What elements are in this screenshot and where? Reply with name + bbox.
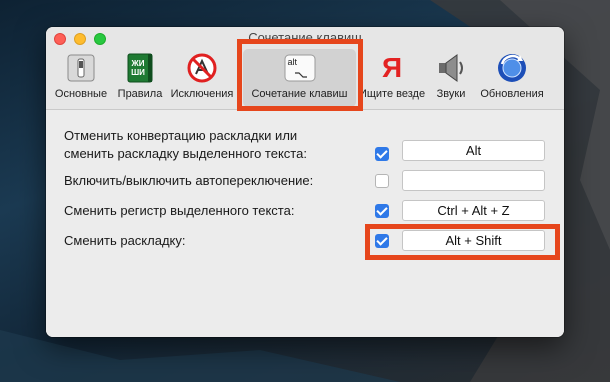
tab-search-everywhere[interactable]: Я Ищите везде: [358, 49, 426, 107]
tab-updates[interactable]: Обновления: [476, 49, 548, 107]
tab-exceptions[interactable]: Исключения: [168, 49, 236, 107]
setting-label-change-case: Сменить регистр выделенного текста:: [64, 203, 295, 218]
checkbox-switch-layout[interactable]: [375, 234, 389, 248]
setting-label-switch-layout: Сменить раскладку:: [64, 233, 186, 248]
titlebar: Сочетание клавиш Основные ЖИ ШИ Правила: [46, 27, 564, 110]
shortcut-field-auto-switch[interactable]: [402, 170, 545, 191]
switch-icon: [67, 54, 95, 82]
tab-label: Ищите везде: [358, 88, 426, 100]
tab-label: Сочетание клавиш: [251, 88, 348, 100]
preferences-window: Сочетание клавиш Основные ЖИ ШИ Правила: [46, 27, 564, 337]
tab-label: Обновления: [480, 88, 544, 100]
checkbox-auto-switch[interactable]: [375, 174, 389, 188]
checkbox-change-case[interactable]: [375, 204, 389, 218]
update-globe-icon: [498, 54, 526, 82]
window-title: Сочетание клавиш: [248, 30, 362, 45]
book-icon-text: ЖИ ШИ: [131, 59, 145, 77]
no-apps-icon: [187, 53, 217, 83]
tab-sounds[interactable]: Звуки: [428, 49, 474, 107]
tab-label: Звуки: [436, 88, 466, 100]
checkbox-undo-conversion[interactable]: [375, 147, 389, 161]
setting-label-undo-conversion: Отменить конвертацию раскладки или смени…: [64, 128, 307, 161]
tab-shortcuts[interactable]: alt Сочетание клавиш: [243, 49, 356, 107]
yandex-icon: Я: [381, 52, 403, 83]
toolbar: Основные ЖИ ШИ Правила Исключения alt Со…: [46, 49, 564, 107]
shortcuts-panel: Отменить конвертацию раскладки или смени…: [46, 110, 564, 337]
shortcut-field-switch-layout[interactable]: Alt + Shift: [402, 230, 545, 251]
tab-general[interactable]: Основные: [52, 49, 110, 107]
alt-key-text: alt: [287, 57, 298, 67]
tab-label: Основные: [54, 88, 108, 100]
tab-rules[interactable]: ЖИ ШИ Правила: [112, 49, 168, 107]
shortcut-field-undo-conversion[interactable]: Alt: [402, 140, 545, 161]
tab-label: Правила: [117, 88, 163, 100]
setting-label-auto-switch: Включить/выключить автопереключение:: [64, 173, 314, 188]
shortcut-field-change-case[interactable]: Ctrl + Alt + Z: [402, 200, 545, 221]
tab-label: Исключения: [170, 88, 234, 100]
speaker-icon: [439, 54, 463, 82]
